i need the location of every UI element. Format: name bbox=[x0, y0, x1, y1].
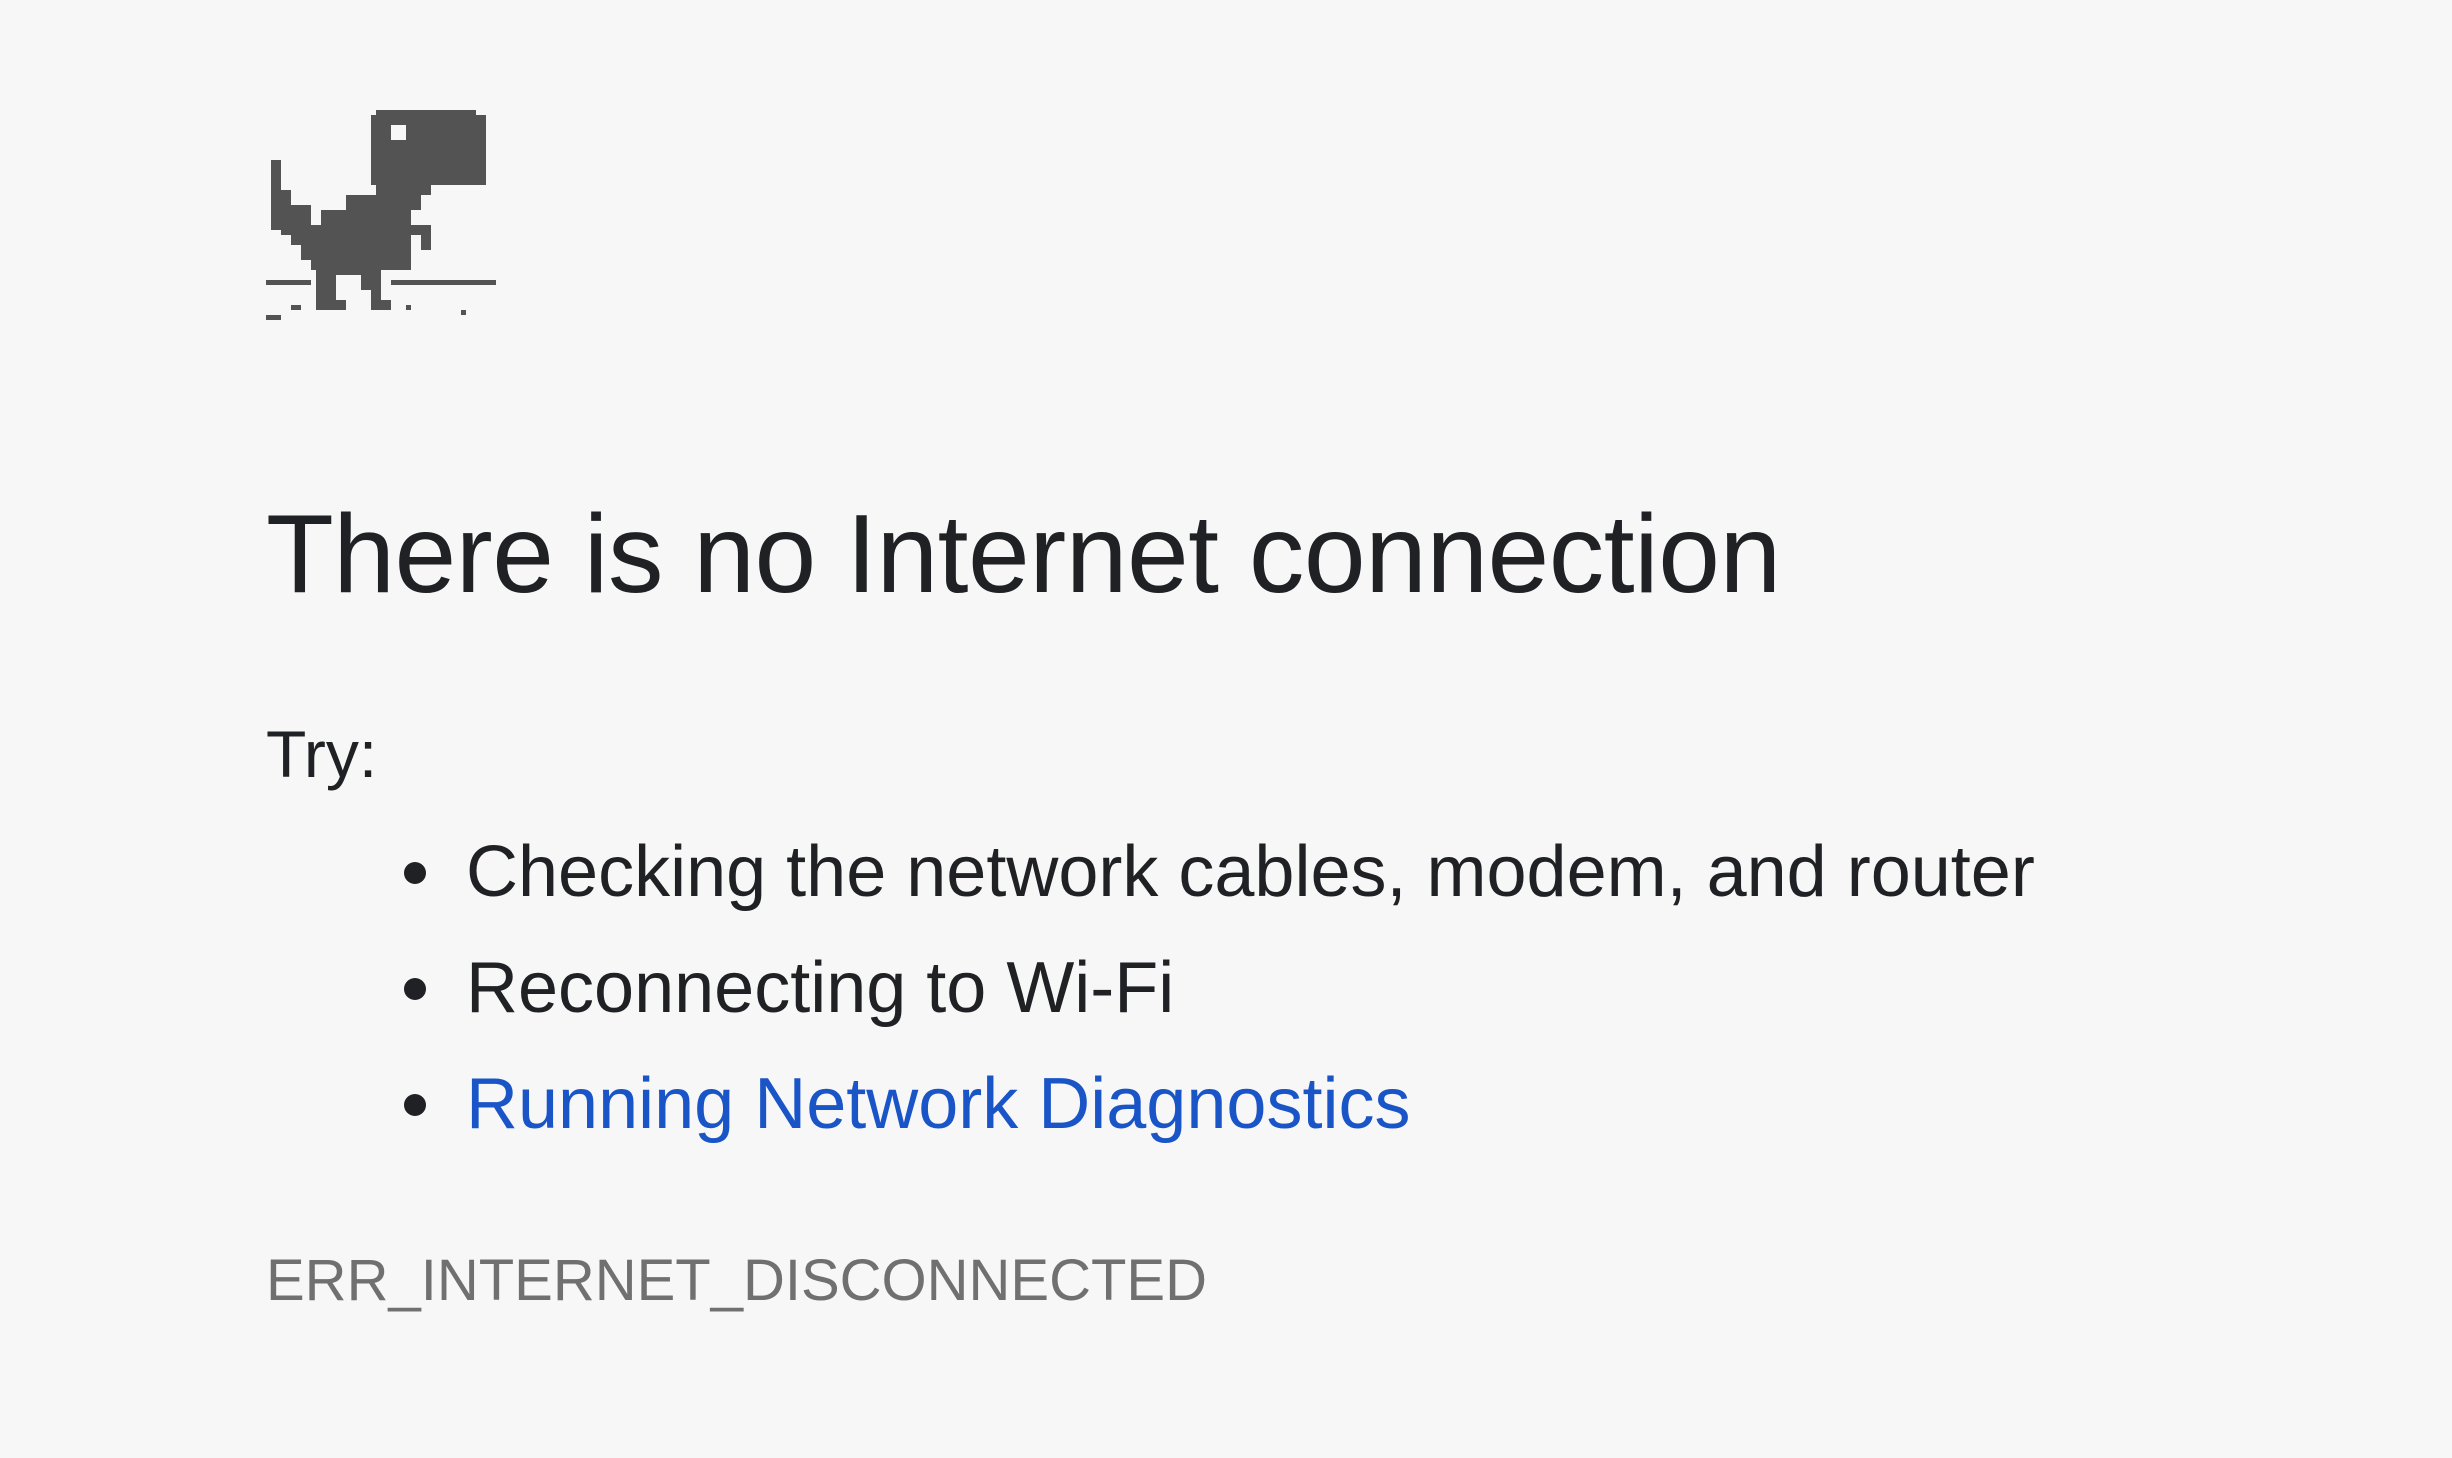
network-diagnostics-link[interactable]: Running Network Diagnostics bbox=[466, 1064, 1410, 1144]
try-label: Try: bbox=[266, 717, 378, 791]
suggestion-network-diagnostics: Running Network Diagnostics bbox=[266, 1058, 2035, 1174]
error-code: ERR_INTERNET_DISCONNECTED bbox=[266, 1248, 1207, 1313]
suggestion-label: Checking the network cables, modem, and … bbox=[466, 832, 2035, 912]
suggestion-reconnect-wifi: Reconnecting to Wi-Fi bbox=[266, 942, 2035, 1058]
bullet-icon bbox=[404, 862, 426, 884]
offline-dinosaur-icon[interactable] bbox=[266, 110, 496, 340]
bullet-icon bbox=[404, 978, 426, 1000]
suggestion-label: Reconnecting to Wi-Fi bbox=[466, 948, 1175, 1028]
page-title: There is no Internet connection bbox=[266, 492, 1781, 616]
bullet-icon bbox=[404, 1094, 426, 1116]
suggestion-check-cables: Checking the network cables, modem, and … bbox=[266, 826, 2035, 942]
suggestions-list: Checking the network cables, modem, and … bbox=[266, 826, 2035, 1174]
